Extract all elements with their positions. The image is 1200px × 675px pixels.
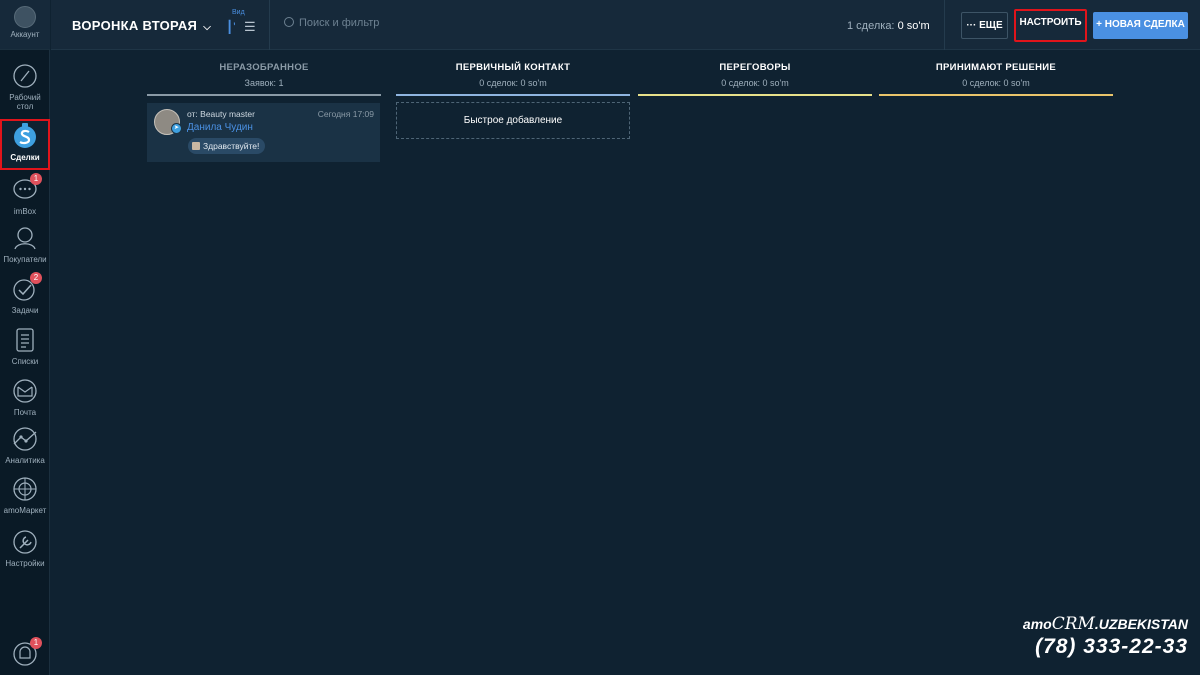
sidebar-item-label: Настройки (5, 559, 45, 568)
sidebar-item-label: Почта (13, 408, 37, 417)
search-placeholder: Поиск и фильтр (299, 17, 380, 29)
top-bar: ВОРОНКА ВТОРАЯ ⌵ Вид ┃' ☰ Поиск и фильтр … (51, 0, 1200, 50)
pipeline-name: ВОРОНКА ВТОРАЯ (72, 18, 198, 33)
sidebar-item-analytics[interactable]: Аналитика (0, 425, 50, 465)
market-icon (11, 475, 39, 503)
new-deal-button[interactable]: + НОВАЯ СДЕЛКА (1093, 12, 1188, 39)
list-view-icon[interactable]: ☰ (244, 19, 256, 35)
column-decision: ПРИНИМАЮТ РЕШЕНИЕ 0 сделок: 0 so'm (879, 50, 1113, 96)
imbox-badge: 1 (30, 173, 42, 185)
column-summary: 0 сделок: 0 so'm (479, 78, 547, 88)
lead-source: от: Beauty master (187, 109, 255, 119)
settings-icon (11, 528, 39, 556)
mail-icon (11, 377, 39, 405)
sidebar-item-label: amoМаркет (3, 506, 47, 515)
deals-summary: 1 сделка: 0 so'm (847, 20, 930, 32)
summary-count: 1 сделка: (847, 20, 895, 32)
column-title: ПЕРВИЧНЫЙ КОНТАКТ (455, 62, 571, 73)
lead-time: Сегодня 17:09 (317, 109, 374, 119)
sidebar-item-tasks[interactable]: 2 Задачи (0, 272, 50, 315)
lists-icon (11, 326, 39, 354)
contact-name-link[interactable]: Данила Чудин (187, 122, 253, 133)
column-title: ПРИНИМАЮТ РЕШЕНИЕ (935, 62, 1057, 73)
chevron-down-icon: ⌵ (203, 22, 212, 33)
more-button[interactable]: ··· ЕЩЕ (961, 12, 1008, 39)
quick-add-button[interactable]: Быстрое добавление (396, 102, 630, 139)
sidebar-item-settings[interactable]: Настройки (0, 528, 50, 568)
sidebar-item-lists[interactable]: Списки (0, 326, 50, 366)
column-status-line (879, 94, 1113, 96)
column-negotiation: ПЕРЕГОВОРЫ 0 сделок: 0 so'm (638, 50, 872, 96)
sidebar-item-deals[interactable]: Сделки (0, 119, 50, 170)
sidebar-item-imbox[interactable]: 1 imBox (0, 173, 50, 216)
account-label: Аккаунт (10, 30, 40, 39)
column-unsorted: НЕРАЗОБРАННОЕ Заявок: 1 (147, 50, 381, 96)
notifications-button[interactable]: 1 (0, 637, 50, 671)
sidebar-item-label: Списки (11, 357, 39, 366)
view-label: Вид (232, 9, 245, 16)
deals-icon (11, 122, 39, 150)
customers-icon (11, 224, 39, 252)
brand-name: amoCRM.UZBEKISTAN (1022, 614, 1188, 634)
account-button[interactable]: Аккаунт (0, 0, 50, 50)
sidebar-item-mail[interactable]: Почта (0, 377, 50, 417)
sidebar-item-label: Задачи (11, 306, 39, 315)
column-status-line (396, 94, 630, 96)
message-bubble[interactable]: Здравствуйте! (188, 138, 266, 154)
sidebar-item-label: imBox (13, 207, 37, 216)
kanban-view-icon[interactable]: ┃' (226, 20, 236, 34)
column-summary: 0 сделок: 0 so'm (721, 78, 789, 88)
sidebar-item-customers[interactable]: Покупатели (0, 224, 50, 264)
configure-button[interactable]: НАСТРОИТЬ (1014, 9, 1087, 42)
column-status-line (638, 94, 872, 96)
column-status-line (147, 94, 381, 96)
sidebar-item-dashboard[interactable]: Рабочий стол (0, 62, 50, 111)
brand-watermark: amoCRM.UZBEKISTAN (78) 333-22-33 (1023, 614, 1188, 659)
notifications-badge: 1 (30, 637, 42, 649)
brand-phone: (78) 333-22-33 (1035, 635, 1188, 658)
divider (944, 0, 945, 50)
column-title: НЕРАЗОБРАННОЕ (219, 62, 309, 73)
lead-card[interactable]: ➤ от: Beauty master Сегодня 17:09 Данила… (147, 103, 380, 162)
sidebar-item-label: Сделки (10, 153, 40, 162)
telegram-icon: ➤ (171, 123, 182, 134)
sidebar-item-label: Аналитика (5, 456, 45, 465)
search-input[interactable]: Поиск и фильтр (284, 17, 584, 35)
sidebar: Аккаунт Рабочий стол Сделки 1 imBox Поку… (0, 0, 50, 675)
column-title: ПЕРЕГОВОРЫ (719, 62, 791, 73)
column-first-contact: ПЕРВИЧНЫЙ КОНТАКТ 0 сделок: 0 so'm (396, 50, 630, 96)
sidebar-item-label: Рабочий стол (9, 93, 41, 111)
dashboard-icon (11, 62, 39, 90)
column-summary: Заявок: 1 (244, 78, 284, 88)
search-icon (284, 17, 294, 27)
divider (269, 0, 270, 50)
view-switcher: Вид ┃' ☰ (221, 6, 269, 44)
message-icon (192, 142, 200, 150)
sidebar-item-label: Покупатели (3, 255, 47, 264)
tasks-badge: 2 (30, 272, 42, 284)
analytics-icon (11, 425, 39, 453)
account-avatar (14, 6, 36, 28)
sidebar-item-market[interactable]: amoМаркет (0, 475, 50, 515)
column-summary: 0 сделок: 0 so'm (962, 78, 1030, 88)
pipeline-selector[interactable]: ВОРОНКА ВТОРАЯ ⌵ (72, 18, 211, 33)
summary-value: 0 so'm (897, 20, 930, 32)
message-text: Здравствуйте! (203, 141, 260, 151)
